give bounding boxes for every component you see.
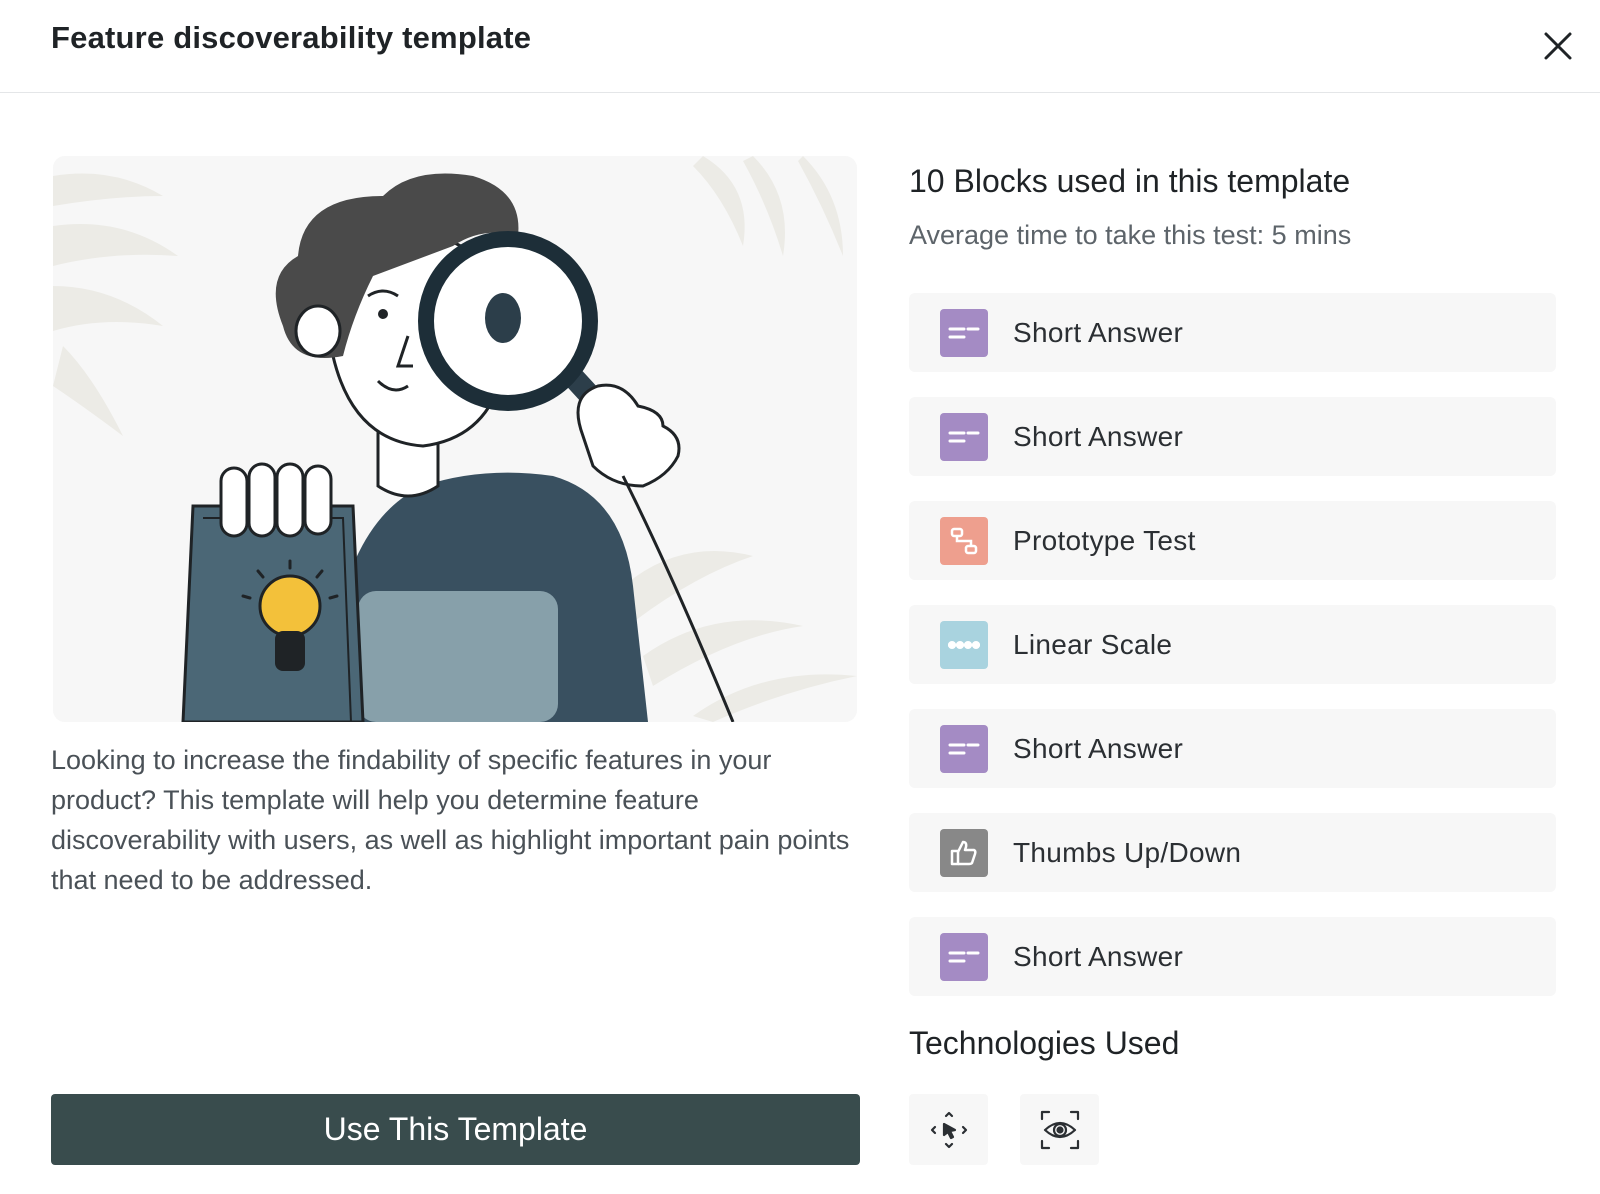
- short-answer-icon: [940, 308, 988, 357]
- technologies-list: [909, 1094, 1131, 1165]
- thumbs-up-icon: [940, 828, 988, 877]
- average-time-text: Average time to take this test: 5 mins: [909, 220, 1352, 250]
- block-label: Short Answer: [1013, 420, 1184, 452]
- modal-title: Feature discoverability template: [51, 20, 532, 55]
- click-tracking-icon: [930, 1111, 967, 1148]
- linear-scale-icon: [940, 620, 988, 669]
- close-button[interactable]: [1538, 26, 1578, 66]
- block-item[interactable]: Thumbs Up/Down: [909, 813, 1556, 892]
- short-answer-icon: [940, 412, 988, 461]
- short-answer-icon: [940, 932, 988, 981]
- short-answer-icon: [940, 724, 988, 773]
- block-label: Linear Scale: [1013, 628, 1173, 660]
- block-item[interactable]: Short Answer: [909, 293, 1556, 372]
- close-icon: [1544, 32, 1572, 60]
- block-label: Short Answer: [1013, 940, 1184, 972]
- blocks-heading: 10 Blocks used in this template: [909, 163, 1351, 199]
- template-description: Looking to increase the findability of s…: [51, 745, 850, 895]
- block-item[interactable]: Short Answer: [909, 397, 1556, 476]
- modal-header: Feature discoverability template: [0, 0, 1600, 93]
- tech-item-eye-tracking[interactable]: [1020, 1094, 1099, 1165]
- block-item[interactable]: Linear Scale: [909, 605, 1556, 684]
- block-label: Thumbs Up/Down: [1013, 836, 1242, 868]
- block-label: Prototype Test: [1013, 524, 1196, 556]
- technologies-heading: Technologies Used: [909, 1025, 1180, 1061]
- tech-item-click-tracking[interactable]: [909, 1094, 988, 1165]
- block-list: Short Answer Short Answer Prototype Test…: [909, 293, 1556, 1021]
- prototype-test-icon: [940, 516, 988, 565]
- use-template-button[interactable]: Use This Template: [51, 1094, 860, 1165]
- block-label: Short Answer: [1013, 732, 1184, 764]
- block-item[interactable]: Prototype Test: [909, 501, 1556, 580]
- block-label: Short Answer: [1013, 316, 1184, 348]
- block-item[interactable]: Short Answer: [909, 917, 1556, 996]
- block-item[interactable]: Short Answer: [909, 709, 1556, 788]
- template-illustration: [53, 156, 857, 722]
- eye-tracking-icon: [1040, 1110, 1079, 1149]
